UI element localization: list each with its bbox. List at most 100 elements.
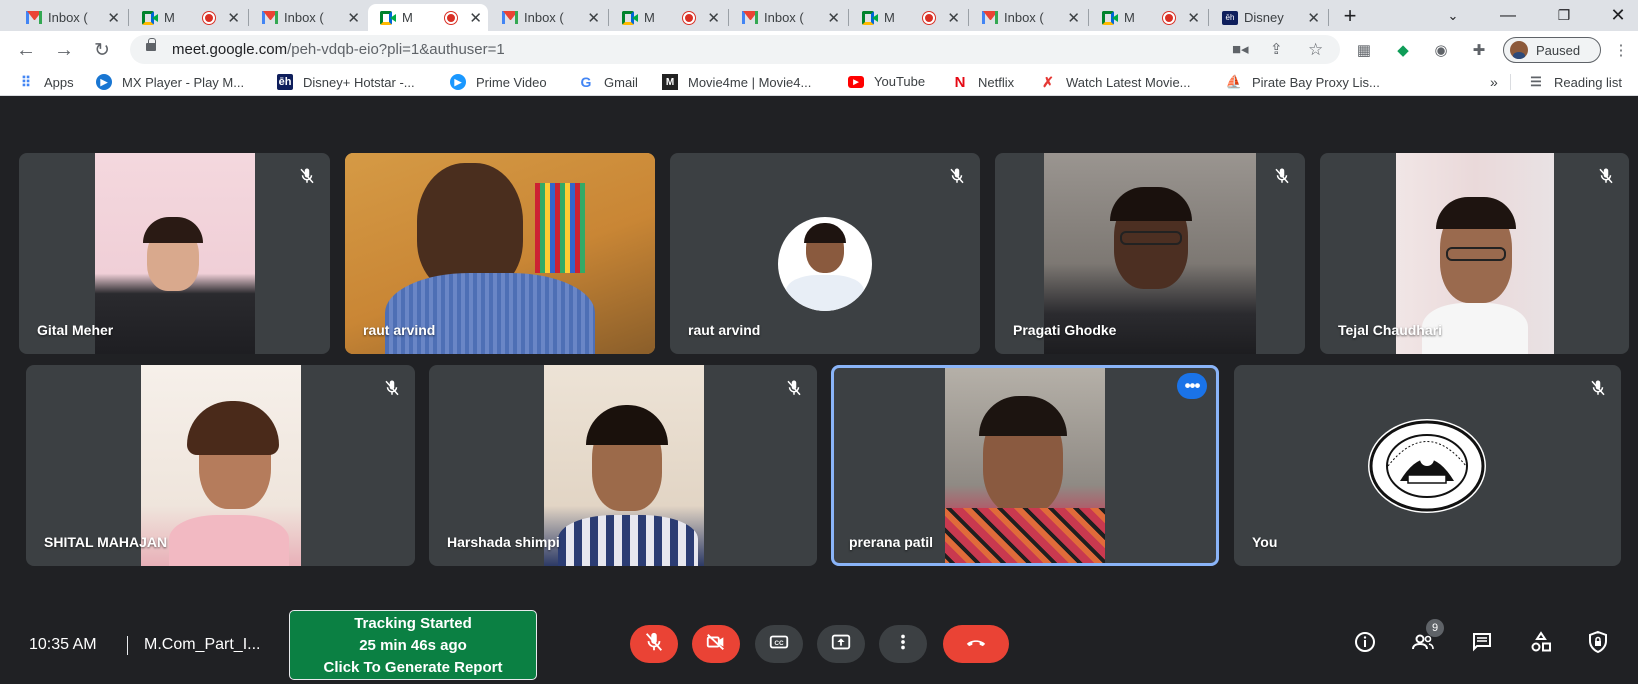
back-icon[interactable]: ← — [12, 36, 40, 64]
account-extension-icon[interactable]: ◉ — [1432, 41, 1450, 59]
lock-icon — [146, 38, 156, 51]
mic-off-icon — [1593, 163, 1619, 189]
close-tab-icon[interactable]: ✕ — [707, 9, 720, 27]
bookmark-piratebay[interactable]: ⛵ Pirate Bay Proxy Lis... — [1226, 74, 1380, 90]
play-icon: ▶ — [96, 74, 112, 90]
tab-meet-active[interactable]: M ✕ — [368, 4, 488, 31]
tab-gmail-2[interactable]: Inbox ( ✕ — [250, 4, 366, 31]
close-tab-icon[interactable]: ✕ — [107, 9, 120, 27]
bookmark-star-icon[interactable]: ☆ — [1308, 40, 1323, 60]
bookmark-label: YouTube — [874, 74, 926, 89]
restore-icon[interactable]: ❐ — [1546, 0, 1582, 31]
participant-tile-shital-mahajan[interactable]: SHITAL MAHAJAN — [26, 365, 415, 566]
tab-strip: Inbox ( ✕ M ✕ Inbox ( ✕ M ✕ Inbox ( ✕ M … — [0, 0, 1638, 31]
bookmark-youtube[interactable]: ▶ YouTube — [848, 74, 925, 89]
close-tab-icon[interactable]: ✕ — [469, 9, 482, 27]
meeting-details-button[interactable] — [1351, 630, 1379, 658]
share-icon[interactable]: ⇪ — [1270, 40, 1283, 58]
participant-tile-harshada-shimpi[interactable]: Harshada shimpi — [429, 365, 817, 566]
bookmark-movie4me[interactable]: M Movie4me | Movie4... — [662, 74, 811, 90]
tab-title: M — [402, 10, 413, 25]
tracking-line-1: Tracking Started — [354, 615, 472, 632]
reading-list-icon: ☰ — [1530, 74, 1542, 89]
reload-icon[interactable]: ↻ — [88, 36, 116, 64]
meet-icon — [862, 10, 878, 25]
captions-button[interactable]: CC — [755, 625, 803, 663]
new-tab-button[interactable]: + — [1335, 0, 1365, 31]
tab-title: Inbox ( — [284, 10, 324, 25]
participant-name: raut arvind — [688, 322, 761, 338]
tab-search-icon[interactable]: ⌄ — [1438, 0, 1468, 31]
menu-icon[interactable]: ⋮ — [1612, 41, 1630, 59]
leave-call-button[interactable] — [943, 625, 1009, 663]
tab-gmail-5[interactable]: Inbox ( ✕ — [970, 4, 1086, 31]
info-icon — [1353, 630, 1377, 659]
bookmark-watch-movie[interactable]: ✗ Watch Latest Movie... — [1040, 73, 1190, 90]
close-tab-icon[interactable]: ✕ — [1187, 9, 1200, 27]
close-tab-icon[interactable]: ✕ — [227, 9, 240, 27]
minimize-icon[interactable]: ― — [1490, 0, 1526, 31]
meet-icon — [1102, 10, 1118, 25]
camera-toggle-button[interactable] — [692, 625, 740, 663]
tab-gmail-3[interactable]: Inbox ( ✕ — [490, 4, 606, 31]
watch-movie-icon: ✗ — [1042, 73, 1054, 90]
host-controls-button[interactable] — [1584, 630, 1612, 658]
participant-tile-raut-arvind-avatar[interactable]: raut arvind — [670, 153, 980, 354]
close-tab-icon[interactable]: ✕ — [587, 9, 600, 27]
activities-button[interactable] — [1527, 630, 1555, 658]
forward-icon[interactable]: → — [50, 36, 78, 64]
participant-tile-gital-meher[interactable]: Gital Meher — [19, 153, 330, 354]
close-tab-icon[interactable]: ✕ — [347, 9, 360, 27]
close-tab-icon[interactable]: ✕ — [1307, 9, 1320, 27]
more-options-button[interactable]: ••• — [1177, 373, 1207, 399]
participant-avatar — [778, 217, 872, 311]
bookmark-label: Prime Video — [476, 74, 547, 90]
close-tab-icon[interactable]: ✕ — [947, 9, 960, 27]
browser-toolbar: ← → ↻ meet.google.com/peh-vdqb-eio?pli=1… — [0, 31, 1638, 68]
bookmark-gmail[interactable]: G Gmail — [578, 74, 638, 90]
close-tab-icon[interactable]: ✕ — [827, 9, 840, 27]
grid-extension-icon[interactable]: ▦ — [1355, 41, 1373, 59]
meet-icon — [142, 10, 158, 25]
extension-icon[interactable]: ◆ — [1394, 41, 1412, 59]
recording-icon — [683, 11, 696, 24]
camera-in-use-icon[interactable]: ■◂ — [1232, 40, 1249, 58]
tab-meet-1[interactable]: M ✕ — [130, 4, 246, 31]
bookmark-prime[interactable]: ▶ Prime Video — [450, 74, 547, 90]
participant-tile-pragati-ghodke[interactable]: Pragati Ghodke — [995, 153, 1305, 354]
bookmark-apps[interactable]: ⠿ Apps — [18, 74, 74, 90]
participant-name: Tejal Chaudhari — [1338, 322, 1442, 338]
close-tab-icon[interactable]: ✕ — [1067, 9, 1080, 27]
close-window-icon[interactable]: ✕ — [1600, 0, 1636, 31]
puzzle-icon[interactable]: ✚ — [1470, 41, 1488, 59]
bookmark-mxplayer[interactable]: ▶ MX Player - Play M... — [96, 74, 244, 90]
tab-gmail-1[interactable]: Inbox ( ✕ — [14, 4, 126, 31]
tab-hotstar[interactable]: ēh Disney ✕ — [1210, 4, 1326, 31]
bookmark-netflix[interactable]: N Netflix — [952, 74, 1015, 91]
participant-tile-raut-arvind-video[interactable]: raut arvind — [345, 153, 655, 354]
tab-meet-5[interactable]: M ✕ — [1090, 4, 1206, 31]
bookmarks-overflow[interactable]: » — [1490, 74, 1498, 90]
url-text[interactable]: meet.google.com/peh-vdqb-eio?pli=1&authu… — [172, 41, 505, 58]
mic-off-icon — [944, 163, 970, 189]
tab-gmail-4[interactable]: Inbox ( ✕ — [730, 4, 846, 31]
reading-list-button[interactable]: ☰ Reading list — [1528, 74, 1622, 90]
bookmark-hotstar[interactable]: ēh Disney+ Hotstar -... — [277, 74, 415, 90]
participant-tile-tejal-chaudhari[interactable]: Tejal Chaudhari — [1320, 153, 1629, 354]
tracking-report-button[interactable]: Tracking Started 25 min 46s ago Click To… — [289, 610, 537, 680]
chat-button[interactable] — [1468, 630, 1496, 658]
address-bar[interactable]: meet.google.com/peh-vdqb-eio?pli=1&authu… — [130, 35, 1340, 64]
bookmark-label: Movie4me | Movie4... — [688, 74, 812, 90]
meeting-time: 10:35 AM — [29, 636, 97, 653]
university-logo — [1368, 419, 1486, 513]
participant-tile-prerana-patil[interactable]: ••• prerana patil — [831, 365, 1219, 566]
pirate-ship-icon: ⛵ — [1225, 74, 1243, 89]
mic-toggle-button[interactable] — [630, 625, 678, 663]
mic-off-icon — [1269, 163, 1295, 189]
tab-meet-3[interactable]: M ✕ — [610, 4, 726, 31]
participant-tile-you[interactable]: You — [1234, 365, 1621, 566]
tab-meet-4[interactable]: M ✕ — [850, 4, 966, 31]
more-options-button[interactable] — [879, 625, 927, 663]
present-button[interactable] — [817, 625, 865, 663]
profile-button[interactable]: Paused — [1503, 37, 1601, 63]
